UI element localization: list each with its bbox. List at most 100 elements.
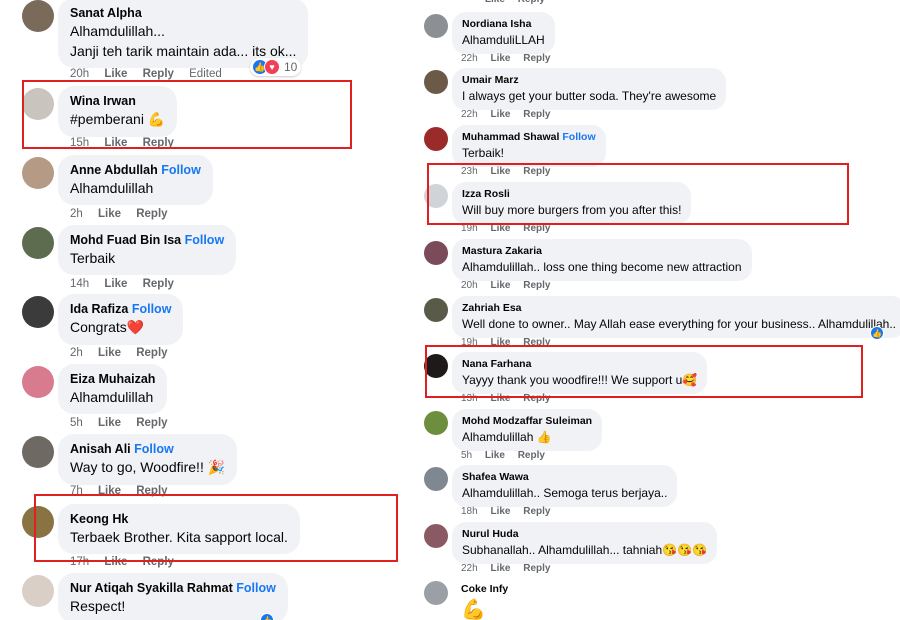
reply-button[interactable]: Reply <box>523 280 550 291</box>
like-button[interactable]: Like <box>104 278 127 290</box>
comment-time[interactable]: 22h <box>461 563 478 574</box>
follow-button[interactable]: Follow <box>185 233 225 247</box>
comment-time[interactable]: 20h <box>70 68 89 80</box>
avatar[interactable] <box>22 575 54 607</box>
avatar[interactable] <box>22 227 54 259</box>
commenter-name[interactable]: Ida Rafiza <box>70 302 128 316</box>
commenter-name[interactable]: Nurul Huda <box>462 528 707 540</box>
reply-button[interactable]: Reply <box>136 417 167 429</box>
reply-button[interactable]: Reply <box>523 223 550 234</box>
comment-time[interactable]: 18h <box>461 506 478 517</box>
avatar[interactable] <box>424 467 448 491</box>
avatar[interactable] <box>424 298 448 322</box>
like-button[interactable]: Like <box>490 166 510 177</box>
reply-button[interactable]: Reply <box>136 208 167 220</box>
like-button[interactable]: Like <box>490 280 510 291</box>
comment-time[interactable]: 20h <box>461 280 478 291</box>
like-button[interactable]: Like <box>98 485 121 497</box>
like-button[interactable]: Like <box>490 337 510 348</box>
avatar[interactable] <box>424 411 448 435</box>
like-button[interactable]: Like <box>104 556 127 568</box>
comment-time[interactable]: 2h <box>70 347 83 359</box>
comment-time[interactable]: 13h <box>461 393 478 404</box>
like-button[interactable]: Like <box>490 53 510 64</box>
reply-button[interactable]: Reply <box>523 166 550 177</box>
commenter-name[interactable]: Keong Hk <box>70 512 288 526</box>
like-button[interactable]: Like <box>98 417 121 429</box>
commenter-name[interactable]: Nana Farhana <box>462 358 697 370</box>
comment-time[interactable]: 5h <box>70 417 83 429</box>
comment-time[interactable]: 17h <box>70 556 89 568</box>
reply-button[interactable]: Reply <box>523 109 550 120</box>
commenter-name[interactable]: Izza Rosli <box>462 188 681 200</box>
like-reaction-icon[interactable]: 👍 <box>870 326 884 340</box>
avatar[interactable] <box>424 241 448 265</box>
comment-time[interactable]: 19h <box>461 337 478 348</box>
follow-button[interactable]: Follow <box>132 302 172 316</box>
avatar[interactable] <box>22 366 54 398</box>
reply-button[interactable]: Reply <box>143 278 174 290</box>
like-button[interactable]: Like <box>490 109 510 120</box>
reply-button[interactable]: Reply <box>136 347 167 359</box>
like-reaction-icon[interactable]: 👍 <box>260 613 274 620</box>
reply-button[interactable]: Reply <box>518 450 545 461</box>
commenter-name[interactable]: Anisah Ali <box>70 442 131 456</box>
commenter-name[interactable]: Wina Irwan <box>70 94 165 108</box>
reply-button[interactable]: Reply <box>136 485 167 497</box>
comment-time[interactable]: 7h <box>70 485 83 497</box>
like-button[interactable]: Like <box>98 208 121 220</box>
reply-button[interactable]: Reply <box>143 137 174 149</box>
commenter-name[interactable]: Nordiana Isha <box>462 18 545 30</box>
reply-button[interactable]: Reply <box>143 68 174 80</box>
commenter-name[interactable]: Sanat Alpha <box>70 6 296 20</box>
like-button[interactable]: Like <box>490 393 510 404</box>
avatar[interactable] <box>22 0 54 32</box>
reaction-summary[interactable]: 👍 ♥ 10 <box>250 58 302 76</box>
reply-button[interactable]: Reply <box>523 337 550 348</box>
comment-time[interactable]: 5h <box>461 450 472 461</box>
commenter-name[interactable]: Eiza Muhaizah <box>70 372 155 386</box>
commenter-name[interactable]: Umair Marz <box>462 74 716 86</box>
avatar[interactable] <box>22 506 54 538</box>
comment-time[interactable]: 22h <box>461 109 478 120</box>
like-button[interactable]: Like <box>485 450 505 461</box>
avatar[interactable] <box>424 127 448 151</box>
commenter-name[interactable]: Mohd Fuad Bin Isa <box>70 233 181 247</box>
comment-time[interactable] <box>461 0 472 5</box>
like-button[interactable]: Like <box>98 347 121 359</box>
commenter-name[interactable]: Mohd Modzaffar Suleiman <box>462 415 592 427</box>
follow-button[interactable]: Follow <box>134 442 174 456</box>
avatar[interactable] <box>424 581 448 605</box>
like-button[interactable]: Like <box>490 563 510 574</box>
reply-button[interactable]: Reply <box>523 563 550 574</box>
comment-time[interactable]: 19h <box>461 223 478 234</box>
like-button[interactable]: Like <box>490 506 510 517</box>
comment-time[interactable]: 14h <box>70 278 89 290</box>
commenter-name[interactable]: Shafea Wawa <box>462 471 667 483</box>
comment-time[interactable]: 15h <box>70 137 89 149</box>
avatar[interactable] <box>424 354 448 378</box>
avatar[interactable] <box>424 14 448 38</box>
like-button[interactable]: Like <box>104 68 127 80</box>
reply-button[interactable]: Reply <box>143 556 174 568</box>
like-button[interactable]: Like <box>485 0 505 5</box>
follow-button[interactable]: Follow <box>236 581 276 595</box>
comment-time[interactable]: 23h <box>461 166 478 177</box>
like-button[interactable]: Like <box>104 137 127 149</box>
commenter-name[interactable]: Coke Infy <box>461 583 508 595</box>
commenter-name[interactable]: Mastura Zakaria <box>462 245 742 257</box>
reply-button[interactable]: Reply <box>523 506 550 517</box>
follow-button[interactable]: Follow <box>562 131 595 143</box>
like-button[interactable]: Like <box>490 223 510 234</box>
avatar[interactable] <box>22 88 54 120</box>
comment-time[interactable]: 2h <box>70 208 83 220</box>
follow-button[interactable]: Follow <box>161 163 201 177</box>
reply-button[interactable]: Reply <box>523 53 550 64</box>
avatar[interactable] <box>424 524 448 548</box>
commenter-name[interactable]: Nur Atiqah Syakilla Rahmat <box>70 581 233 595</box>
commenter-name[interactable]: Muhammad Shawal <box>462 131 559 143</box>
reply-button[interactable]: Reply <box>518 0 545 5</box>
avatar[interactable] <box>22 157 54 189</box>
avatar[interactable] <box>22 436 54 468</box>
comment-time[interactable]: 22h <box>461 53 478 64</box>
